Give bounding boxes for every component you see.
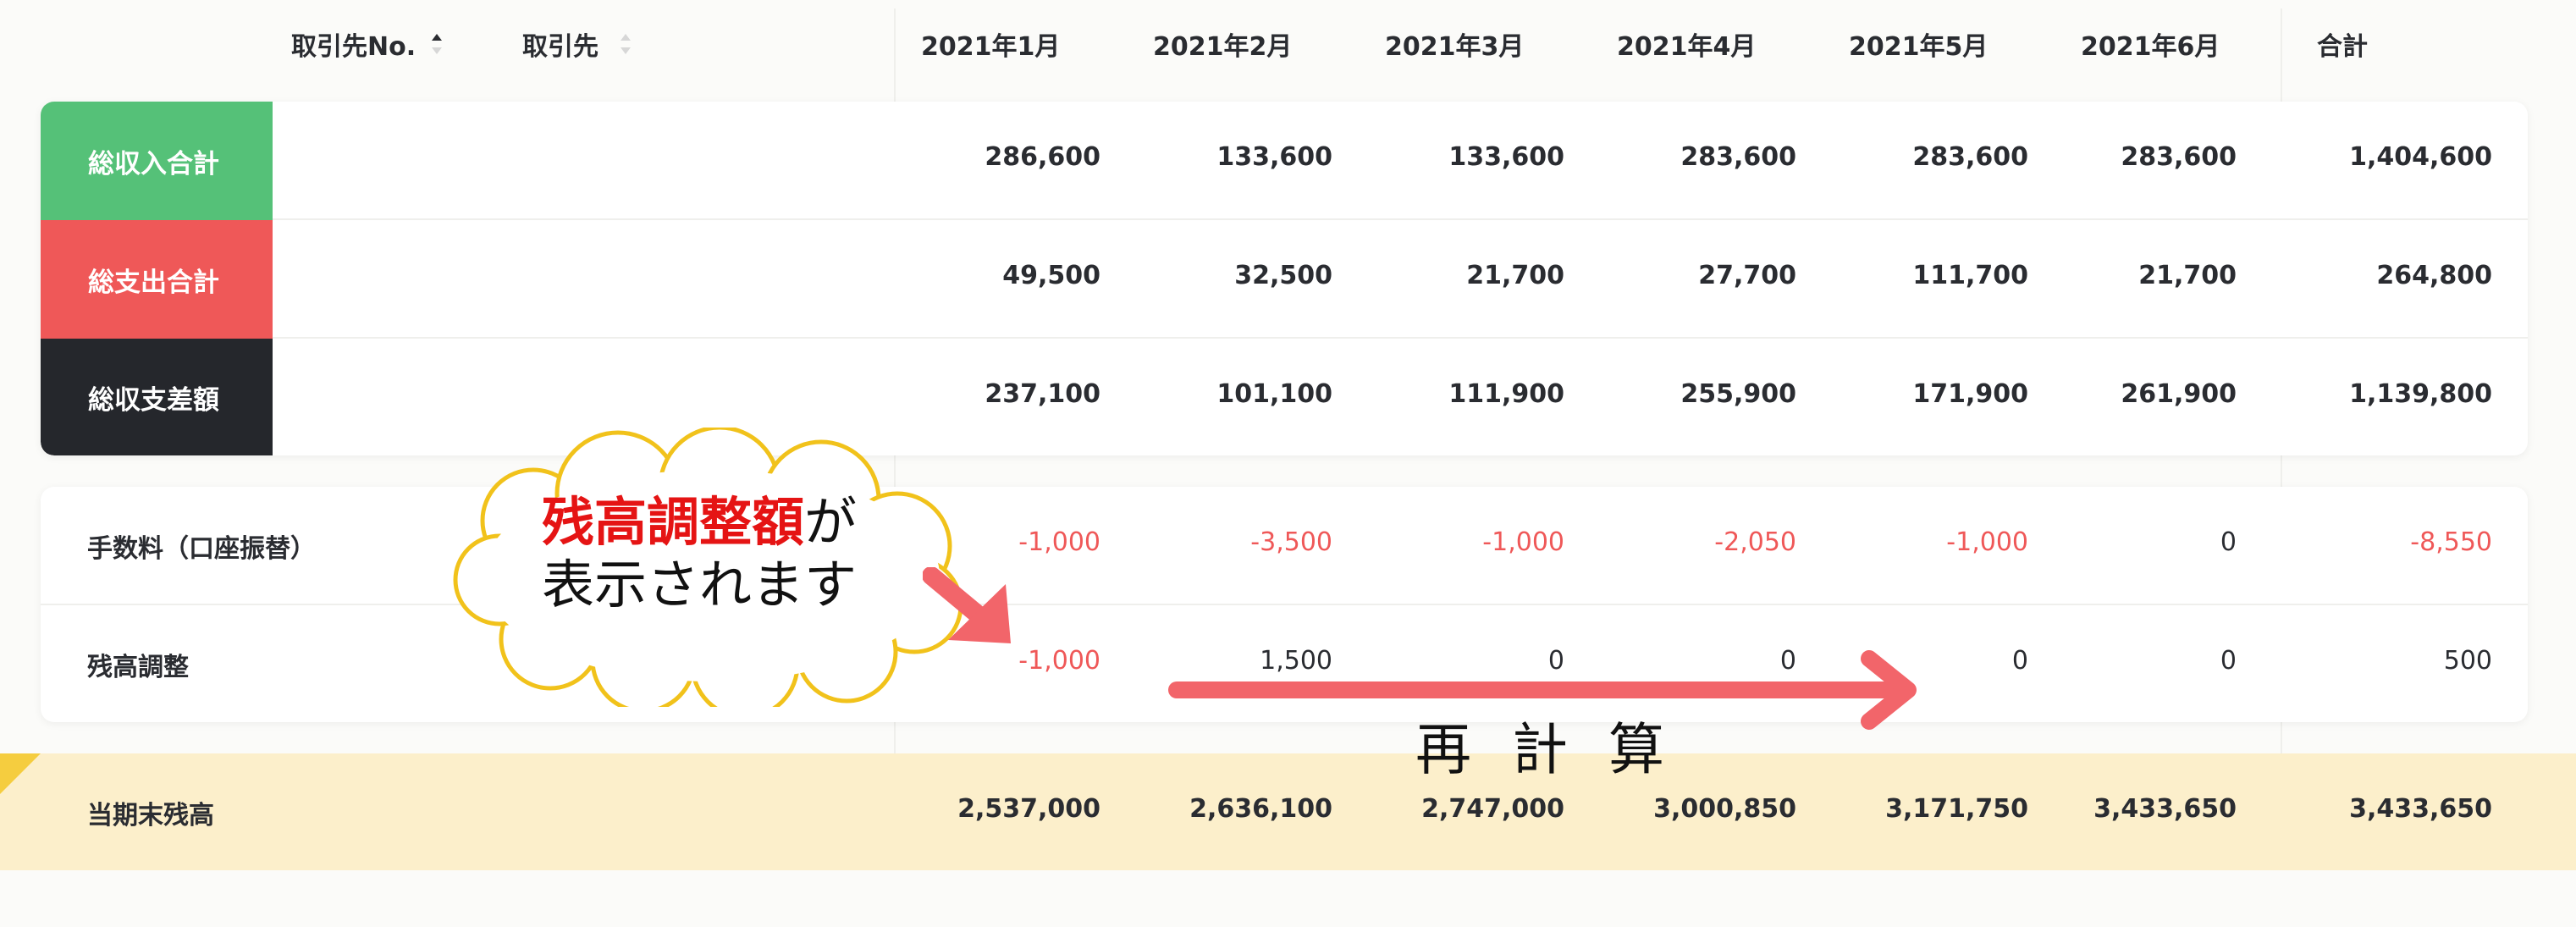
annotation-particle: が xyxy=(804,491,858,553)
diff-value: 255,900 xyxy=(1680,379,1796,409)
closing-value: 2,537,000 xyxy=(957,794,1100,824)
col-header-month-6: 2021年6月 xyxy=(2081,32,2220,62)
fee-value: -3,500 xyxy=(1250,527,1332,557)
expense-value: 111,700 xyxy=(1912,261,2028,290)
expense-total-label: 総支出合計 xyxy=(41,220,273,339)
fee-value: -1,000 xyxy=(1946,527,2028,557)
col-header-month-3: 2021年3月 xyxy=(1385,32,1525,62)
fee-total: -8,550 xyxy=(2410,527,2492,557)
adjust-total: 500 xyxy=(2443,646,2492,676)
diff-value: 261,900 xyxy=(2121,379,2237,409)
sort-asc-icon[interactable] xyxy=(430,32,444,56)
adjust-value: 0 xyxy=(2220,646,2237,676)
col-header-partner-label: 取引先 xyxy=(522,32,598,62)
closing-value: 3,171,750 xyxy=(1885,794,2028,824)
expense-value: 21,700 xyxy=(2138,261,2237,290)
closing-value: 2,636,100 xyxy=(1189,794,1332,824)
diff-value: 237,100 xyxy=(985,379,1100,409)
annotation-line2: 表示されます xyxy=(542,554,858,615)
closing-total: 3,433,650 xyxy=(2349,794,2492,824)
adjust-label: 残高調整 xyxy=(87,653,189,682)
income-value: 286,600 xyxy=(985,142,1100,172)
income-value: 133,600 xyxy=(1216,142,1332,172)
expense-value: 49,500 xyxy=(1002,261,1100,290)
diff-value: 101,100 xyxy=(1216,379,1332,409)
fee-label: 手数料（口座振替） xyxy=(87,534,316,564)
fee-value: -2,050 xyxy=(1714,527,1796,557)
annotation-highlight: 残高調整額 xyxy=(542,491,805,553)
col-header-month-5: 2021年5月 xyxy=(1849,32,1989,62)
income-value: 283,600 xyxy=(1680,142,1796,172)
income-value: 133,600 xyxy=(1448,142,1564,172)
row-marker-icon xyxy=(0,753,41,794)
expense-value: 32,500 xyxy=(1234,261,1332,290)
diff-value: 111,900 xyxy=(1448,379,1564,409)
income-value: 283,600 xyxy=(1912,142,2028,172)
expense-value: 21,700 xyxy=(1466,261,1564,290)
fee-value: -1,000 xyxy=(1482,527,1564,557)
fee-value: 0 xyxy=(2220,527,2237,557)
arrow-down-right-icon xyxy=(923,567,1011,643)
income-total: 1,404,600 xyxy=(2349,142,2492,172)
closing-value: 3,000,850 xyxy=(1653,794,1796,824)
closing-value: 2,747,000 xyxy=(1421,794,1564,824)
diff-total: 1,139,800 xyxy=(2349,379,2492,409)
balance-diff-label: 総収支差額 xyxy=(41,339,273,455)
col-header-month-1: 2021年1月 xyxy=(921,32,1061,62)
annotation-callout: 残高調整額が 表示されます xyxy=(542,491,857,616)
expense-value: 27,700 xyxy=(1698,261,1796,290)
expense-total: 264,800 xyxy=(2376,261,2492,290)
col-header-total: 合計 xyxy=(2317,32,2368,62)
col-header-month-2: 2021年2月 xyxy=(1153,32,1293,62)
income-total-label: 総収入合計 xyxy=(41,102,273,220)
diff-value: 171,900 xyxy=(1912,379,2028,409)
col-header-partner-no-label: 取引先No. xyxy=(291,32,416,62)
col-header-partner[interactable]: 取引先 xyxy=(522,25,598,63)
recalc-label: 再計算 xyxy=(1415,717,1705,782)
closing-balance-label: 当期末残高 xyxy=(87,801,214,830)
col-header-partner-no[interactable]: 取引先No. xyxy=(291,25,416,63)
income-value: 283,600 xyxy=(2121,142,2237,172)
sort-neutral-icon[interactable] xyxy=(619,32,632,56)
col-header-month-4: 2021年4月 xyxy=(1617,32,1757,62)
closing-value: 3,433,650 xyxy=(2093,794,2237,824)
